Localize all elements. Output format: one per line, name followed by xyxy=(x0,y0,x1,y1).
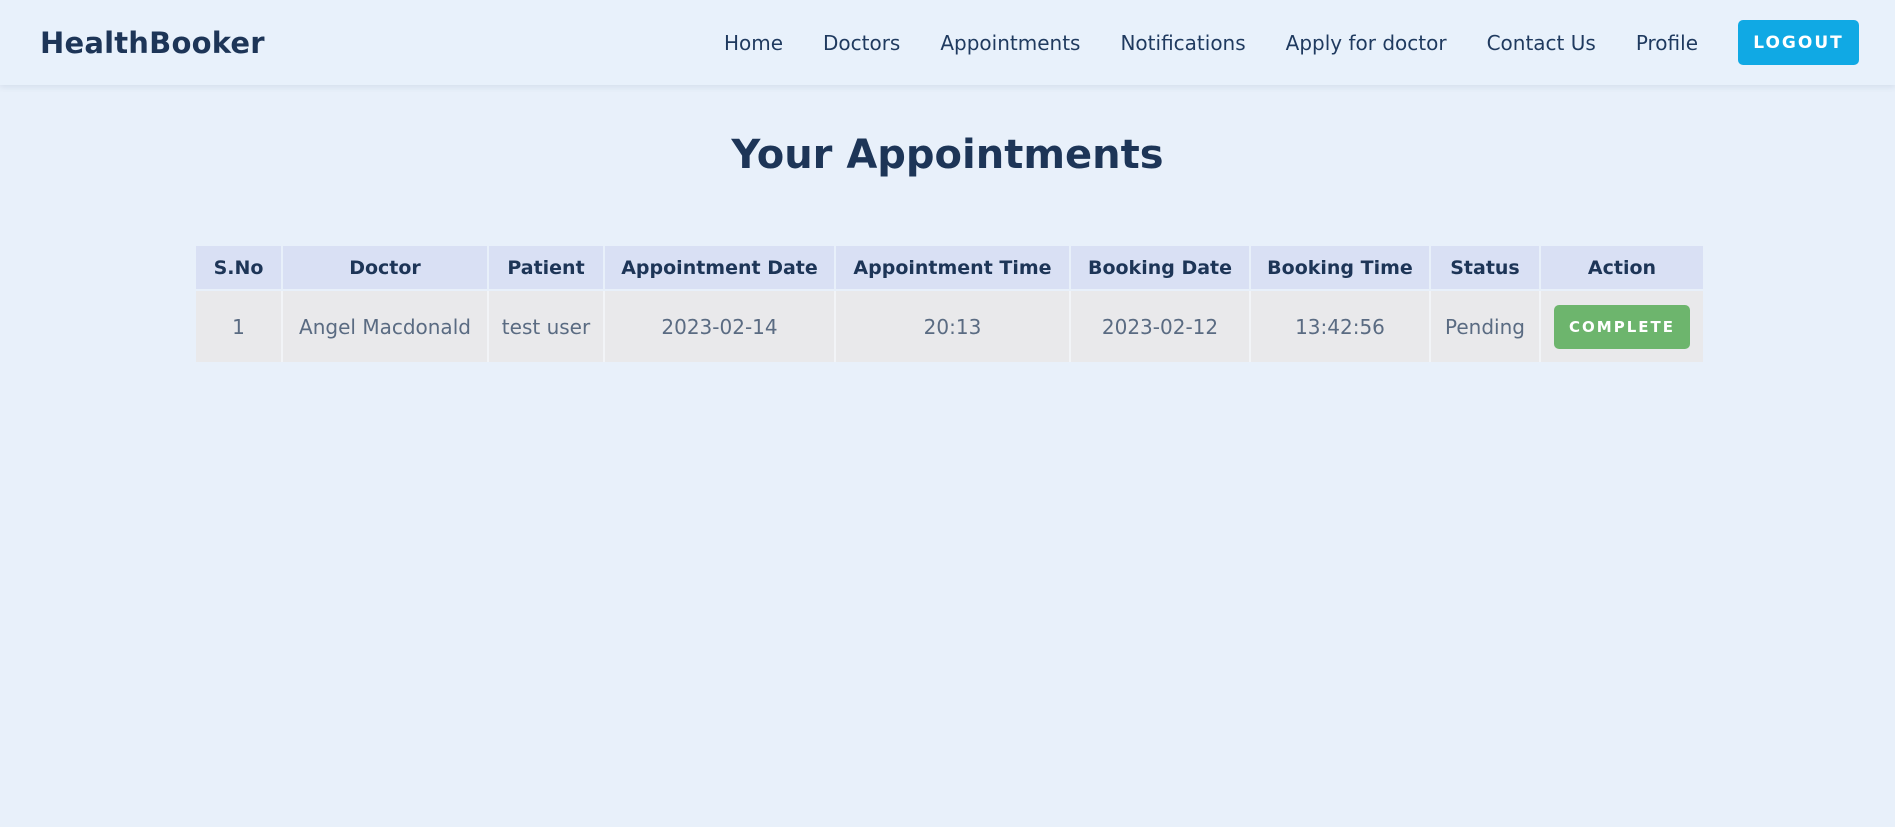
table-header: S.No Doctor Patient Appointment Date App… xyxy=(196,246,1703,290)
column-header-doctor: Doctor xyxy=(282,246,489,290)
complete-button[interactable]: COMPLETE xyxy=(1554,304,1690,349)
top-navbar: HealthBooker Home Doctors Appointments N… xyxy=(0,0,1895,85)
nav-link-apply-for-doctor[interactable]: Apply for doctor xyxy=(1286,31,1447,55)
column-header-booking-date: Booking Date xyxy=(1070,246,1251,290)
column-header-sno: S.No xyxy=(196,246,283,290)
cell-action: COMPLETE xyxy=(1540,289,1703,362)
cell-patient: test user xyxy=(488,289,605,362)
nav-links: Home Doctors Appointments Notifications … xyxy=(724,20,1859,65)
cell-status: Pending xyxy=(1430,289,1541,362)
column-header-booking-time: Booking Time xyxy=(1250,246,1431,290)
cell-sno: 1 xyxy=(196,289,283,362)
nav-link-notifications[interactable]: Notifications xyxy=(1120,31,1245,55)
brand-logo[interactable]: HealthBooker xyxy=(40,26,265,60)
table-header-row: S.No Doctor Patient Appointment Date App… xyxy=(196,246,1703,290)
nav-link-contact-us[interactable]: Contact Us xyxy=(1487,31,1596,55)
appointments-table-container: S.No Doctor Patient Appointment Date App… xyxy=(196,246,1703,362)
nav-link-appointments[interactable]: Appointments xyxy=(940,31,1080,55)
column-header-patient: Patient xyxy=(488,246,605,290)
table-body: 1 Angel Macdonald test user 2023-02-14 2… xyxy=(196,289,1703,362)
column-header-action: Action xyxy=(1540,246,1703,290)
logout-button[interactable]: LOGOUT xyxy=(1738,20,1859,65)
nav-link-doctors[interactable]: Doctors xyxy=(823,31,900,55)
column-header-appointment-date: Appointment Date xyxy=(604,246,836,290)
table-row: 1 Angel Macdonald test user 2023-02-14 2… xyxy=(196,289,1703,362)
column-header-status: Status xyxy=(1430,246,1541,290)
cell-appointment-date: 2023-02-14 xyxy=(604,289,836,362)
cell-doctor: Angel Macdonald xyxy=(282,289,489,362)
nav-link-profile[interactable]: Profile xyxy=(1636,31,1698,55)
column-header-appointment-time: Appointment Time xyxy=(835,246,1071,290)
appointments-table: S.No Doctor Patient Appointment Date App… xyxy=(196,246,1703,362)
page-title: Your Appointments xyxy=(731,132,1164,178)
cell-booking-date: 2023-02-12 xyxy=(1070,289,1251,362)
nav-link-home[interactable]: Home xyxy=(724,31,783,55)
cell-appointment-time: 20:13 xyxy=(835,289,1071,362)
cell-booking-time: 13:42:56 xyxy=(1250,289,1431,362)
